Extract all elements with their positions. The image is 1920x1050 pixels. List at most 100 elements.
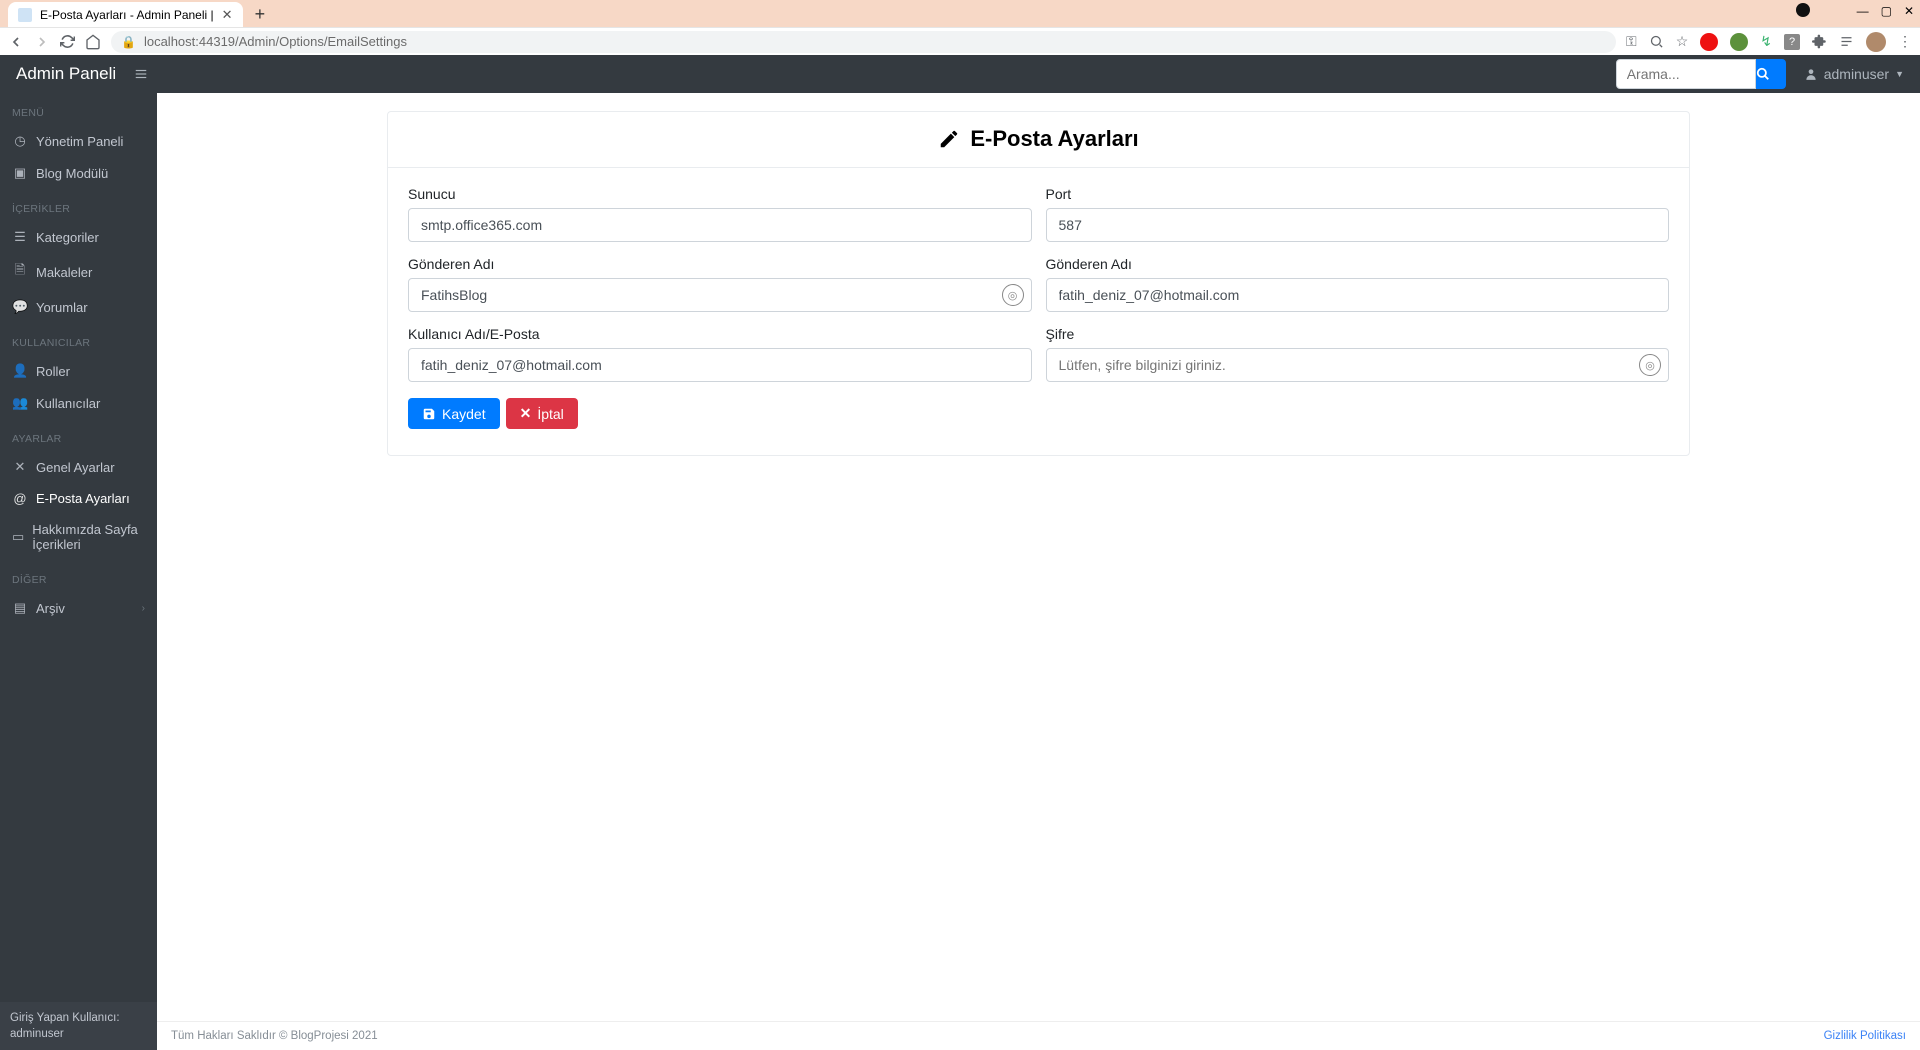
close-window-icon[interactable]: ✕ [1904, 4, 1914, 18]
sidebar-item-comments[interactable]: 💬 Yorumlar [0, 291, 157, 323]
sidebar-item-categories[interactable]: ☰ Kategoriler [0, 221, 157, 253]
tab-title: E-Posta Ayarları - Admin Paneli | [40, 8, 214, 22]
target-icon[interactable]: ◎ [1002, 284, 1024, 306]
brand[interactable]: Admin Paneli [16, 64, 116, 84]
list-icon: ☰ [12, 229, 28, 245]
home-icon[interactable] [85, 34, 101, 50]
username: adminuser [1824, 66, 1889, 82]
extension-opera-icon[interactable] [1700, 33, 1718, 51]
sidebar-header-menu: MENÜ [0, 93, 157, 125]
sidebar-item-label: Hakkımızda Sayfa İçerikleri [32, 522, 145, 552]
copyright: Tüm Hakları Saklıdır © BlogProjesi 2021 [171, 1030, 378, 1042]
privacy-link[interactable]: Gizlilik Politikası [1824, 1030, 1906, 1042]
at-icon: @ [12, 491, 28, 506]
kebab-menu-icon[interactable]: ⋮ [1898, 33, 1912, 50]
id-card-icon: ▭ [12, 529, 24, 545]
server-field[interactable] [408, 208, 1032, 242]
key-icon[interactable]: ⚿ [1626, 33, 1637, 50]
sidebar-item-label: Makaleler [36, 265, 92, 280]
zoom-icon[interactable] [1649, 34, 1664, 49]
star-icon[interactable]: ☆ [1676, 33, 1689, 50]
label-user-email: Kullanıcı Adı/E-Posta [408, 326, 1032, 342]
page-title: E-Posta Ayarları [938, 126, 1138, 152]
extension-green-icon[interactable] [1730, 33, 1748, 51]
search-button[interactable] [1756, 59, 1786, 89]
user-menu[interactable]: adminuser ▼ [1804, 66, 1904, 82]
tachometer-icon: ◷ [12, 133, 28, 149]
sidebar-item-dashboard[interactable]: ◷ Yönetim Paneli [0, 125, 157, 157]
address-bar[interactable]: 🔒 localhost:44319/Admin/Options/EmailSet… [111, 31, 1616, 53]
sidebar-item-label: Arşiv [36, 601, 65, 616]
user-icon [1804, 67, 1818, 81]
sidebar-item-email-settings[interactable]: @ E-Posta Ayarları [0, 483, 157, 514]
sidebar-footer: Giriş Yapan Kullanıcı: adminuser [0, 1002, 157, 1050]
save-label: Kaydet [442, 406, 486, 422]
sender-name-field[interactable] [408, 278, 1032, 312]
reload-icon[interactable] [60, 34, 75, 49]
url-text: localhost:44319/Admin/Options/EmailSetti… [144, 34, 407, 49]
comments-icon: 💬 [12, 299, 28, 315]
favicon-icon [18, 8, 32, 22]
sidebar-item-users[interactable]: 👥 Kullanıcılar [0, 387, 157, 419]
reading-list-icon[interactable] [1839, 34, 1854, 49]
sidebar-item-label: Kullanıcılar [36, 396, 100, 411]
lock-icon: 🔒 [121, 35, 136, 49]
sidebar: MENÜ ◷ Yönetim Paneli ▣ Blog Modülü İÇER… [0, 93, 157, 1050]
window-controls: — ▢ ✕ [1857, 0, 1914, 22]
sliders-icon: ✕ [12, 459, 28, 475]
label-server: Sunucu [408, 186, 1032, 202]
sidebar-item-label: Genel Ayarlar [36, 460, 115, 475]
new-tab-button[interactable]: + [249, 4, 272, 27]
page-title-text: E-Posta Ayarları [970, 126, 1138, 152]
sidebar-item-label: Yönetim Paneli [36, 134, 123, 149]
target-icon[interactable]: ◎ [1639, 354, 1661, 376]
sidebar-item-label: Yorumlar [36, 300, 88, 315]
label-password: Şifre [1046, 326, 1670, 342]
forward-icon[interactable] [34, 34, 50, 50]
help-icon[interactable]: ? [1784, 34, 1800, 50]
user-tag-icon: 👤 [12, 363, 28, 379]
search-input[interactable] [1616, 59, 1756, 89]
page-footer: Tüm Hakları Saklıdır © BlogProjesi 2021 … [157, 1021, 1920, 1050]
back-icon[interactable] [8, 34, 24, 50]
browser-chrome: — ▢ ✕ E-Posta Ayarları - Admin Paneli | … [0, 0, 1920, 55]
sidebar-item-about-contents[interactable]: ▭ Hakkımızda Sayfa İçerikleri [0, 514, 157, 560]
port-field[interactable] [1046, 208, 1670, 242]
media-indicator-icon[interactable] [1796, 3, 1810, 17]
edit-icon [938, 128, 960, 150]
sidebar-item-blog[interactable]: ▣ Blog Modülü [0, 157, 157, 189]
times-icon: ✕ [520, 405, 532, 422]
profile-avatar-icon[interactable] [1866, 32, 1886, 52]
user-email-field[interactable] [408, 348, 1032, 382]
close-tab-icon[interactable]: ✕ [222, 7, 233, 23]
sidebar-item-label: E-Posta Ayarları [36, 491, 130, 506]
sidebar-header-other: DİĞER [0, 560, 157, 592]
sidebar-header-settings: AYARLAR [0, 419, 157, 451]
archive-icon: ▤ [12, 600, 28, 616]
file-icon: 🗎 [12, 261, 28, 283]
sidebar-header-users: KULLANICILAR [0, 323, 157, 355]
main-content: E-Posta Ayarları Sunucu Port [157, 93, 1920, 1050]
sidebar-item-general-settings[interactable]: ✕ Genel Ayarlar [0, 451, 157, 483]
label-sender-name: Gönderen Adı [408, 256, 1032, 272]
card-header: E-Posta Ayarları [388, 112, 1689, 168]
save-button[interactable]: Kaydet [408, 398, 500, 429]
sidebar-header-contents: İÇERİKLER [0, 189, 157, 221]
password-field[interactable] [1046, 348, 1670, 382]
label-sender-address: Gönderen Adı [1046, 256, 1670, 272]
extensions-icon[interactable] [1812, 34, 1827, 49]
sidebar-item-articles[interactable]: 🗎 Makaleler [0, 253, 157, 291]
browser-tab[interactable]: E-Posta Ayarları - Admin Paneli | ✕ [8, 2, 243, 27]
search-box [1616, 59, 1786, 89]
minimize-icon[interactable]: — [1857, 4, 1869, 18]
sidebar-item-roles[interactable]: 👤 Roller [0, 355, 157, 387]
sidebar-item-archive[interactable]: ▤ Arşiv › [0, 592, 157, 624]
footer-label: Giriş Yapan Kullanıcı: [10, 1010, 147, 1026]
extension-arrow-icon[interactable]: ↯ [1760, 33, 1772, 50]
maximize-icon[interactable]: ▢ [1881, 4, 1892, 18]
users-icon: 👥 [12, 395, 28, 411]
cancel-button[interactable]: ✕ İptal [506, 398, 578, 429]
sidebar-toggle-icon[interactable] [134, 67, 148, 81]
sender-address-field[interactable] [1046, 278, 1670, 312]
sidebar-item-label: Blog Modülü [36, 166, 108, 181]
